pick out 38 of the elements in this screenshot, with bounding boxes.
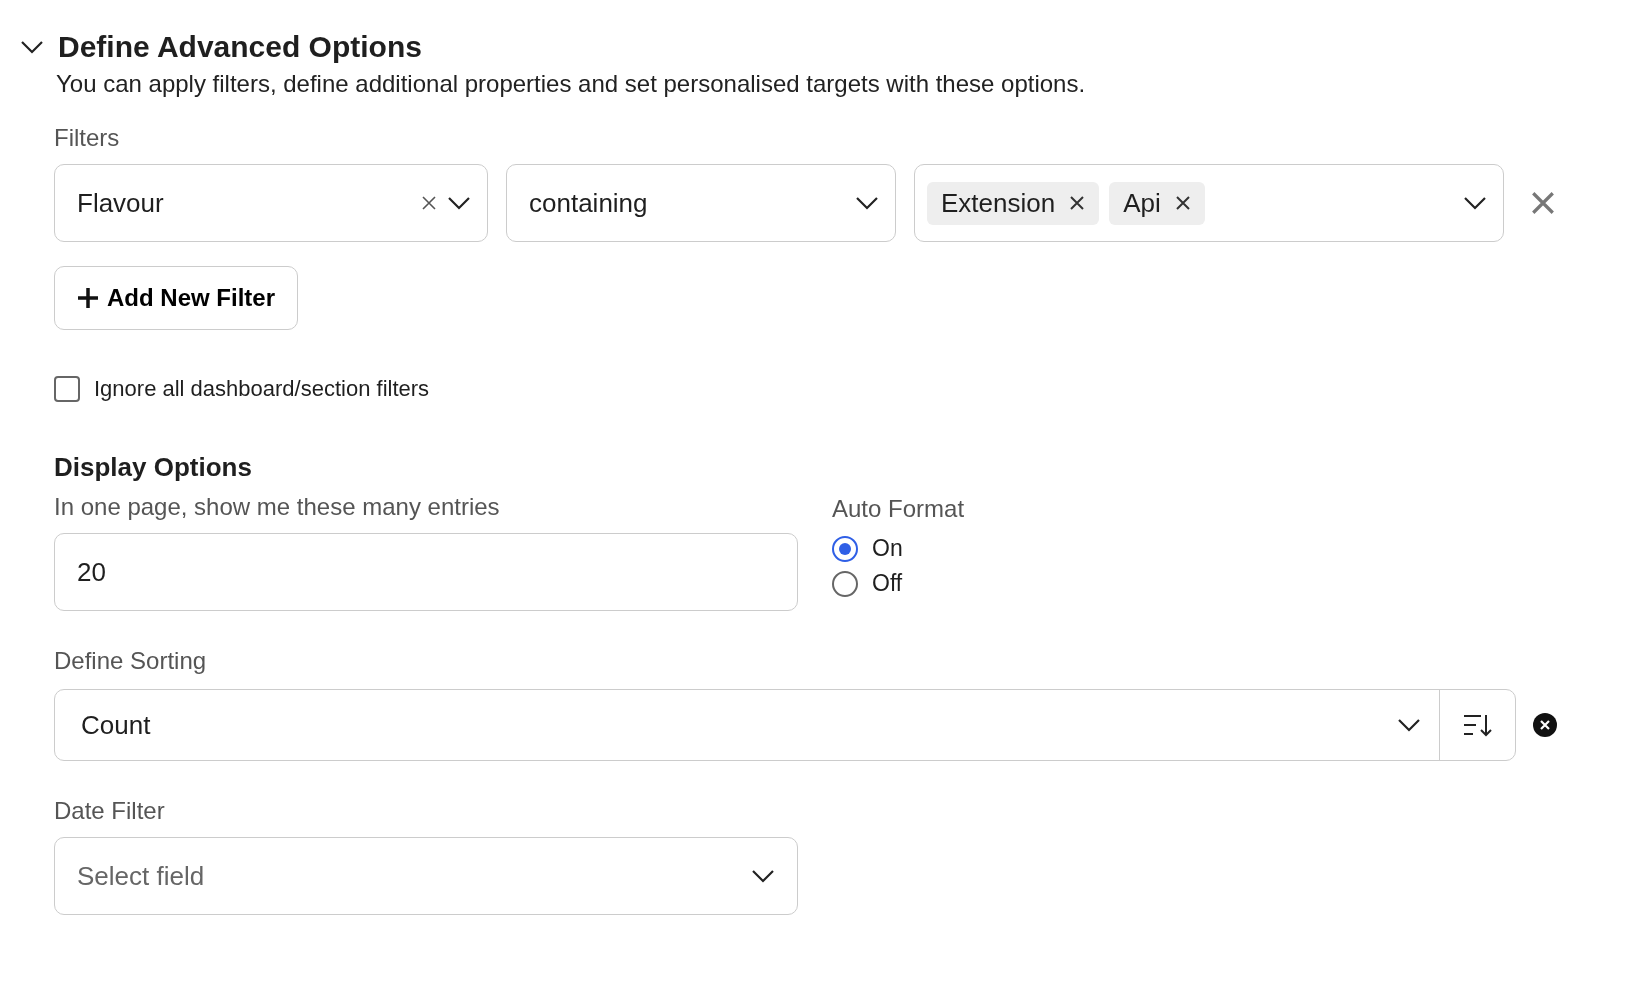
date-filter-label: Date Filter — [54, 797, 166, 825]
section-description: You can apply filters, define additional properties and set personalised targets with these options. — [56, 70, 1087, 98]
plus-icon — [77, 287, 99, 309]
chevron-down-icon — [855, 196, 879, 210]
field-select[interactable]: Flavour — [54, 164, 488, 242]
radio-button[interactable] — [832, 535, 858, 562]
operator-select[interactable]: containing — [506, 164, 896, 242]
section-title: Define Advanced Options — [58, 30, 422, 64]
chevron-down-icon — [447, 196, 471, 210]
auto-format-label: Auto Format — [832, 495, 965, 523]
checkbox-label: Ignore all dashboard/section filters — [94, 376, 430, 402]
values-select[interactable]: Extension Api — [914, 164, 1504, 242]
chevron-down-icon — [20, 40, 44, 54]
sort-select[interactable]: Count — [54, 689, 1516, 761]
radio-label: Off — [872, 570, 903, 597]
entries-label: In one page, show me these many entries — [54, 493, 501, 521]
remove-tag-icon[interactable] — [1069, 195, 1086, 211]
clear-icon[interactable] — [1532, 712, 1558, 738]
display-options-title: Display Options — [54, 452, 253, 483]
radio-label: On — [872, 535, 903, 562]
filters-label: Filters — [54, 124, 121, 152]
sort-descending-icon — [1462, 713, 1493, 737]
radio-button[interactable] — [832, 570, 858, 597]
remove-filter-icon[interactable] — [1530, 190, 1556, 216]
add-filter-button[interactable]: Add New Filter — [54, 266, 298, 330]
date-field-select[interactable]: Select field — [54, 837, 798, 915]
sorting-label: Define Sorting — [54, 647, 208, 675]
collapse-toggle[interactable] — [20, 40, 44, 54]
remove-tag-icon[interactable] — [1174, 195, 1191, 211]
checkbox[interactable] — [54, 376, 80, 402]
chevron-down-icon — [1463, 196, 1487, 210]
value-tag: Extension — [927, 181, 1100, 225]
chevron-down-icon — [751, 869, 775, 883]
value-tag: Api — [1109, 181, 1205, 225]
entries-input-field[interactable]: 20 — [54, 533, 798, 611]
sort-value: Count — [81, 709, 152, 741]
chevron-down-icon — [1397, 718, 1421, 732]
clear-icon[interactable] — [421, 195, 437, 211]
